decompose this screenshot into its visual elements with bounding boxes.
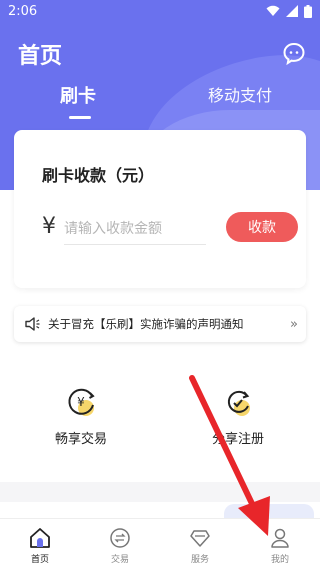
- feature-share-label: 分享注册: [211, 432, 264, 447]
- double-chevron-right-icon: »: [290, 316, 298, 332]
- section-divider: [0, 482, 320, 502]
- card-title: 刷卡收款（元）: [42, 166, 155, 185]
- yen-symbol: ¥: [42, 214, 56, 239]
- svg-text:¥: ¥: [77, 395, 85, 409]
- speaker-icon: [25, 317, 40, 331]
- active-tab-indicator: [69, 116, 91, 119]
- feature-trade[interactable]: ¥ 畅享交易: [31, 384, 131, 447]
- amount-input[interactable]: [64, 214, 204, 244]
- nav-mine-label: 我的: [270, 555, 289, 565]
- collect-button[interactable]: 收款: [226, 212, 298, 242]
- screen: 2:06 首页 刷卡 移动支付 刷卡收款（元） ¥ 收款: [0, 0, 320, 568]
- nav-trade[interactable]: 交易: [90, 527, 150, 565]
- nav-trade-label: 交易: [110, 555, 129, 565]
- tab-bar: 刷卡 移动支付: [0, 80, 320, 126]
- user-icon: [271, 528, 289, 548]
- status-icons: [266, 4, 312, 18]
- nav-mine[interactable]: 我的: [250, 527, 310, 565]
- nav-service[interactable]: 服务: [170, 527, 230, 565]
- wifi-icon: [266, 5, 280, 16]
- notice-bar[interactable]: 关于冒充【乐刷】实施诈骗的声明通知 »: [14, 306, 306, 342]
- notice-text: 关于冒充【乐刷】实施诈骗的声明通知: [48, 317, 244, 331]
- diamond-icon: [190, 530, 210, 547]
- page-title: 首页: [18, 44, 63, 69]
- nav-service-label: 服务: [190, 555, 209, 565]
- refresh-check-icon: [227, 390, 250, 416]
- status-bar: 2:06: [0, 0, 320, 22]
- chat-bubble-icon[interactable]: [282, 42, 306, 66]
- nav-home[interactable]: 首页: [10, 527, 70, 565]
- input-underline: [64, 244, 206, 245]
- exchange-icon: [110, 528, 130, 548]
- tab-card-swipe[interactable]: 刷卡: [60, 82, 96, 108]
- signal-icon: [286, 5, 298, 17]
- home-icon: [30, 528, 50, 548]
- yen-cycle-icon: ¥: [68, 388, 95, 416]
- payment-card: 刷卡收款（元） ¥ 收款: [14, 130, 306, 288]
- feature-trade-label: 畅享交易: [54, 432, 107, 447]
- bottom-nav: 首页 交易 服务 我的: [0, 518, 320, 568]
- status-time: 2:06: [8, 3, 38, 19]
- feature-share[interactable]: 分享注册: [188, 384, 288, 447]
- nav-home-label: 首页: [30, 555, 49, 565]
- battery-icon: [304, 4, 312, 18]
- tab-mobile-payment[interactable]: 移动支付: [208, 82, 272, 106]
